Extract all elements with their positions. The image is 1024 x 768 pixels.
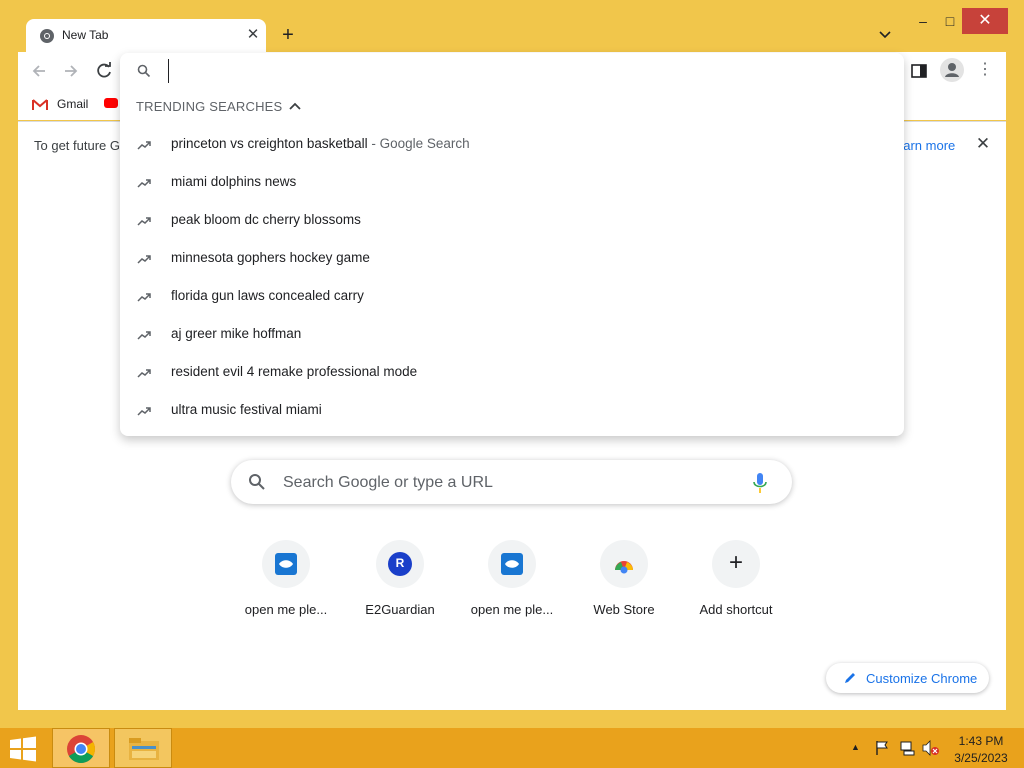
taskbar-file-explorer-button[interactable] (114, 728, 172, 768)
close-window-button[interactable]: ✕ (962, 8, 1008, 34)
suggestion-text: princeton vs creighton basketball - Goog… (171, 136, 470, 151)
reload-icon[interactable] (94, 61, 114, 81)
suggestion-text: aj greer mike hoffman (171, 326, 302, 341)
search-icon (137, 64, 151, 78)
fish-icon (488, 540, 536, 588)
bookmark-label: Gmail (57, 97, 89, 111)
chevron-up-icon[interactable] (287, 98, 303, 114)
fish-icon (262, 540, 310, 588)
kebab-menu-icon[interactable]: ⋮ (975, 60, 995, 80)
shortcut-letter: R (395, 556, 405, 570)
maximize-button[interactable]: □ (936, 10, 964, 32)
plus-icon: + (712, 540, 760, 588)
minimize-button[interactable]: – (909, 10, 937, 32)
chrome-icon (67, 735, 95, 763)
suggestion-text: ultra music festival miami (171, 402, 322, 417)
info-bar-close-icon[interactable]: ✕ (974, 135, 992, 153)
shortcut-label: E2Guardian (365, 602, 435, 617)
tab-search-chevron-icon[interactable] (876, 26, 894, 44)
trending-arrow-icon (137, 407, 151, 416)
clock-date[interactable]: 3/25/2023 (948, 751, 1014, 765)
shortcut-tile[interactable]: open me ple... (456, 538, 568, 622)
new-tab-button[interactable]: + (277, 24, 299, 46)
trending-arrow-icon (137, 369, 151, 378)
profile-avatar-icon[interactable] (940, 58, 964, 82)
trending-arrow-icon (137, 255, 151, 264)
show-hidden-icons-icon[interactable]: ▲ (851, 742, 860, 752)
forward-arrow-icon[interactable] (61, 61, 81, 81)
trending-arrow-icon (137, 179, 151, 188)
taskbar: ▲ 1:43 PM 3/25/2023 (0, 728, 1024, 768)
folder-icon (129, 738, 159, 760)
suggestion-text: peak bloom dc cherry blossoms (171, 212, 361, 227)
address-bar-input[interactable] (168, 59, 769, 83)
suggestion-text: minnesota gophers hockey game (171, 250, 370, 265)
suggestion-item[interactable]: resident evil 4 remake professional mode (120, 353, 904, 391)
trending-arrow-icon (137, 331, 151, 340)
side-panel-icon[interactable] (910, 62, 928, 80)
tab-strip: New Tab ✕ + – □ ✕ (0, 0, 1024, 54)
network-icon[interactable] (899, 740, 915, 756)
browser-window: New Tab ✕ + – □ ✕ ⋮ Gmail To get future … (0, 0, 1024, 728)
trending-arrow-icon (137, 141, 151, 150)
gmail-icon (32, 99, 48, 110)
learn-more-link[interactable]: earn more (896, 138, 955, 153)
windows-start-icon[interactable] (8, 736, 38, 762)
shortcut-tile[interactable]: R E2Guardian (344, 538, 456, 622)
search-placeholder: Search Google or type a URL (283, 474, 493, 491)
plus-symbol: + (728, 549, 743, 576)
google-search-box[interactable]: Search Google or type a URL (231, 460, 792, 504)
add-shortcut-tile[interactable]: + Add shortcut (680, 538, 792, 622)
clock-time[interactable]: 1:43 PM (948, 734, 1014, 748)
taskbar-chrome-button[interactable] (52, 728, 110, 768)
shortcut-tile[interactable]: Web Store (568, 538, 680, 622)
suggestion-item[interactable]: miami dolphins news (120, 163, 904, 201)
suggestion-item[interactable]: princeton vs creighton basketball - Goog… (120, 125, 904, 163)
back-arrow-icon[interactable] (29, 61, 49, 81)
suggestion-item[interactable]: peak bloom dc cherry blossoms (120, 201, 904, 239)
trending-searches-header: TRENDING SEARCHES (136, 99, 283, 114)
tab-new-tab[interactable]: New Tab ✕ (26, 19, 266, 54)
pencil-icon (845, 673, 855, 683)
customize-chrome-label: Customize Chrome (866, 671, 978, 686)
suggestion-item[interactable]: ultra music festival miami (120, 391, 904, 429)
youtube-icon[interactable] (104, 98, 118, 108)
suggestion-item[interactable]: minnesota gophers hockey game (120, 239, 904, 277)
omnibox-dropdown: TRENDING SEARCHES princeton vs creighton… (120, 53, 904, 436)
customize-chrome-button[interactable]: Customize Chrome (826, 663, 989, 693)
trending-arrow-icon (137, 293, 151, 302)
suggestion-item[interactable]: florida gun laws concealed carry (120, 277, 904, 315)
chrome-icon (40, 29, 54, 43)
trending-arrow-icon (137, 217, 151, 226)
shortcut-tile[interactable]: open me ple... (230, 538, 342, 622)
shortcut-label: Add shortcut (699, 602, 773, 617)
suggestion-text: florida gun laws concealed carry (171, 288, 364, 303)
microphone-icon[interactable] (753, 472, 767, 494)
suggestion-suffix: - Google Search (367, 136, 470, 151)
tab-title: New Tab (62, 28, 109, 42)
suggestion-text: resident evil 4 remake professional mode (171, 364, 418, 379)
suggestion-text: miami dolphins news (171, 174, 297, 189)
volume-muted-icon[interactable] (922, 740, 940, 756)
shortcut-label: open me ple... (244, 602, 328, 617)
action-center-flag-icon[interactable] (874, 740, 890, 756)
web-store-icon (600, 540, 648, 588)
search-icon (249, 474, 265, 490)
shortcut-label: Web Store (593, 602, 655, 617)
letter-r-icon: R (376, 540, 424, 588)
shortcut-label: open me ple... (470, 602, 554, 617)
info-bar-text: To get future G (34, 138, 120, 153)
suggestion-item[interactable]: aj greer mike hoffman (120, 315, 904, 353)
tab-close-icon[interactable]: ✕ (243, 25, 263, 45)
